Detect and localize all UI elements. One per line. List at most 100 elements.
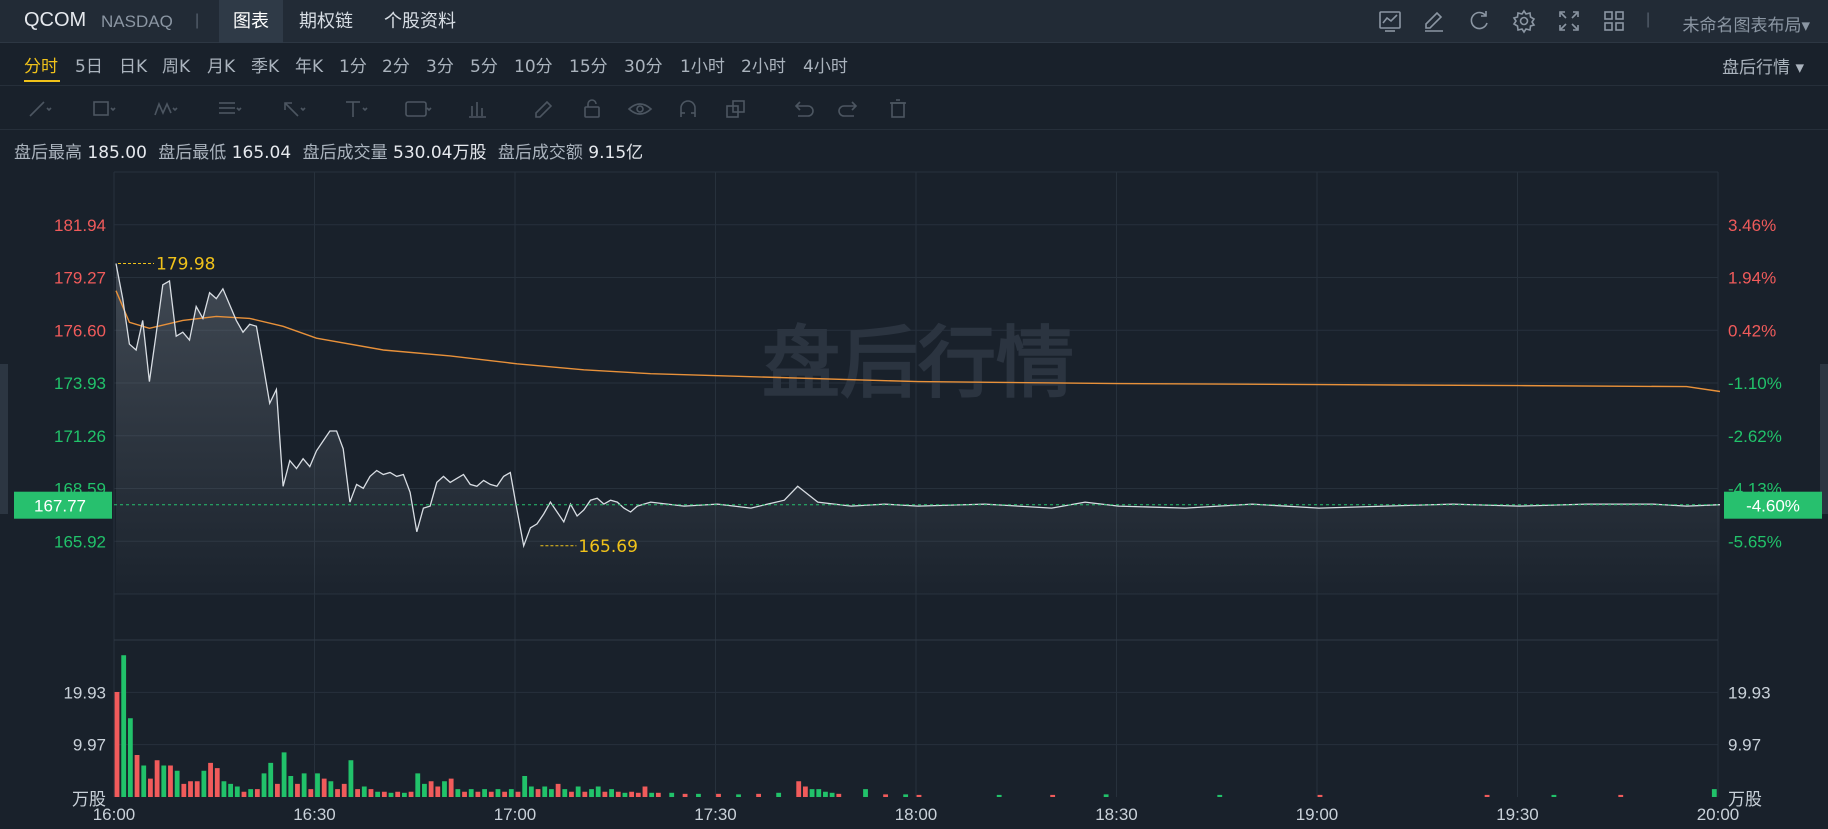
volume-bar (428, 781, 434, 797)
volume-bar (281, 752, 287, 797)
current-price-label: 167.77 (34, 497, 86, 516)
time-tick-label: 17:30 (694, 805, 737, 824)
price-tick-label: 181.94 (54, 216, 106, 235)
volume-bar (341, 783, 347, 797)
low-marker-label: 165.69 (578, 537, 637, 557)
volume-bar (809, 789, 815, 797)
volume-bar (462, 791, 467, 797)
volume-bar (181, 783, 187, 797)
volume-bar (168, 765, 173, 797)
volume-bar (355, 789, 361, 797)
volume-bar (348, 760, 354, 797)
volume-bar (194, 781, 200, 797)
volume-bar (508, 789, 514, 797)
volume-bar (321, 778, 327, 797)
percent-tick-label: -1.10% (1728, 374, 1782, 393)
volume-bar (335, 789, 340, 797)
volume-bar (401, 792, 407, 797)
volume-bar (141, 765, 147, 797)
volume-bar (114, 691, 120, 797)
volume-bar (776, 792, 782, 797)
volume-bar (234, 786, 240, 797)
percent-tick-label: 3.46% (1728, 216, 1776, 235)
volume-bar (1484, 794, 1490, 797)
volume-bar (615, 791, 621, 797)
volume-bar (535, 789, 541, 797)
percent-tick-label: -5.65% (1728, 532, 1782, 551)
time-tick-label: 19:00 (1296, 805, 1339, 824)
volume-bar (522, 775, 528, 797)
volume-bar (121, 655, 127, 797)
volume-bar (208, 762, 213, 797)
volume-bar (261, 773, 267, 797)
watermark: 盘后行情 (762, 319, 1074, 409)
price-tick-label: 179.27 (54, 269, 106, 288)
volume-bar (903, 794, 909, 797)
volume-bar (642, 786, 648, 797)
volume-bar (154, 760, 160, 797)
volume-bar (274, 783, 280, 797)
volume-bar (254, 789, 260, 797)
volume-bar (1551, 794, 1557, 797)
time-tick-label: 18:30 (1095, 805, 1138, 824)
chart-grid (113, 171, 1719, 797)
volume-bar (134, 754, 140, 797)
volume-bar (542, 786, 548, 797)
volume-bar (422, 783, 427, 797)
volume-bar (161, 765, 167, 797)
volume-bar (756, 793, 762, 797)
volume-bar (241, 791, 247, 797)
volume-bar (315, 773, 320, 797)
volume-bar (127, 718, 133, 797)
volume-bar (696, 793, 701, 797)
volume-bar (622, 792, 628, 797)
volume-bar (482, 789, 487, 797)
volume-bar (448, 778, 454, 797)
volume-bar (301, 773, 307, 797)
volume-bar (214, 768, 220, 797)
volume-bar (996, 794, 1002, 797)
volume-bar (1103, 794, 1109, 797)
volume-bar (863, 789, 868, 797)
volume-bar (308, 789, 314, 797)
volume-bar (1050, 794, 1056, 797)
volume-bar (655, 792, 661, 797)
volume-bar (148, 778, 153, 797)
volume-bar (228, 783, 234, 797)
volume-bar (916, 794, 922, 797)
price-tick-label: 173.93 (54, 374, 106, 393)
price-tick-label: 176.60 (54, 321, 106, 340)
volume-bar (682, 793, 688, 797)
price-area (116, 263, 1720, 594)
volume-bar (589, 789, 594, 797)
volume-bar (361, 786, 367, 797)
volume-bar (562, 789, 568, 797)
volume-bar (1317, 794, 1323, 797)
volume-bar (468, 789, 474, 797)
volume-bar (796, 781, 802, 797)
volume-bar (495, 789, 501, 797)
volume-bar (649, 792, 655, 797)
volume-bar (555, 783, 561, 797)
volume-bar (288, 775, 294, 797)
volume-bar (442, 781, 447, 797)
volume-bar (836, 793, 842, 797)
price-tick-label: 165.92 (54, 532, 106, 551)
volume-bar (1618, 794, 1624, 797)
volume-bar (569, 791, 574, 797)
percent-tick-label: 0.42% (1728, 321, 1776, 340)
volume-bar (201, 770, 207, 797)
volume-bar (736, 794, 741, 797)
volume-bar (1217, 794, 1223, 797)
volume-bar (268, 762, 274, 797)
volume-bar (174, 770, 180, 797)
volume-bar (475, 791, 481, 797)
volume-bar (502, 791, 508, 797)
intraday-chart[interactable]: 盘后行情 179.98 165.69 181.94 3.46% 179.27 1.94%… (0, 0, 1828, 829)
volume-bar (388, 792, 394, 797)
volume-bar (395, 791, 401, 797)
volume-bar (609, 789, 614, 797)
price-tick-label: 171.26 (54, 427, 106, 446)
volume-bar (883, 794, 888, 797)
volume-bar (816, 789, 822, 797)
